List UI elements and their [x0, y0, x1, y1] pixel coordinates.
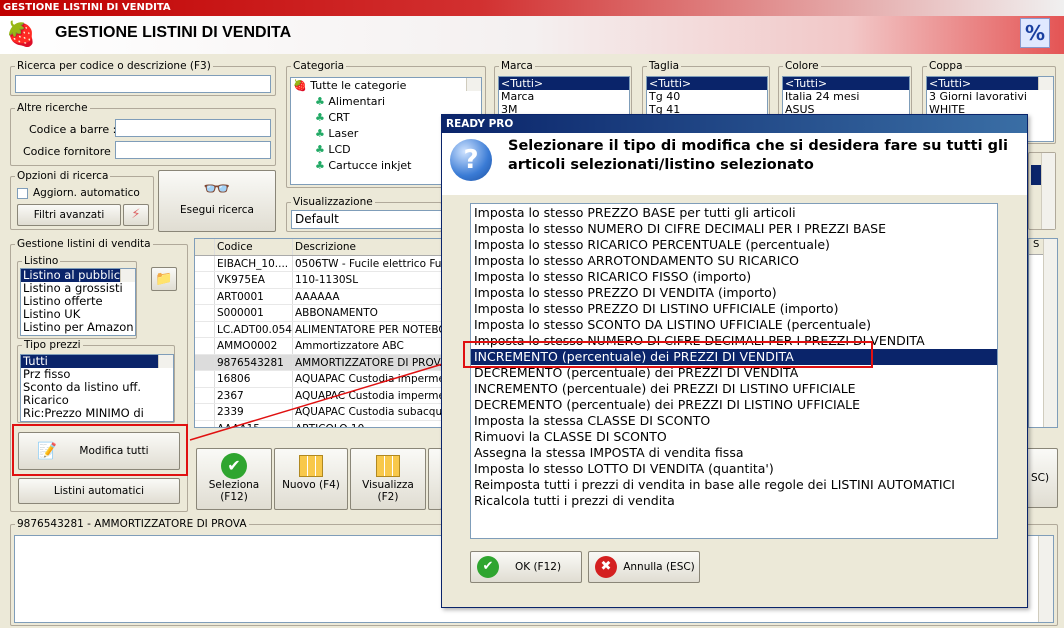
modify-option[interactable]: INCREMENTO (percentuale) dei PREZZI DI L… — [471, 381, 997, 397]
modify-option[interactable]: Imposta lo stesso PREZZO DI VENDITA (imp… — [471, 285, 997, 301]
modify-options-list[interactable]: Imposta lo stesso PREZZO BASE per tutti … — [470, 203, 998, 539]
cancel-button[interactable]: ✖ Annulla (ESC) — [588, 551, 700, 583]
modify-option[interactable]: Imposta lo stesso ARROTONDAMENTO SU RICA… — [471, 253, 997, 269]
modify-option[interactable]: Assegna la stessa IMPOSTA di vendita fis… — [471, 445, 997, 461]
modify-option[interactable]: Imposta lo stesso PREZZO DI LISTINO UFFI… — [471, 301, 997, 317]
ok-label: OK (F12) — [514, 561, 562, 573]
modify-option[interactable]: Imposta lo stesso RICARICO FISSO (import… — [471, 269, 997, 285]
modify-option[interactable]: Rimuovi la CLASSE DI SCONTO — [471, 429, 997, 445]
dialog-title: READY PRO — [442, 115, 1027, 133]
cancel-icon: ✖ — [595, 556, 617, 578]
cancel-label: Annulla (ESC) — [623, 561, 695, 573]
ok-button[interactable]: ✔ OK (F12) — [470, 551, 582, 583]
modify-option[interactable]: Imposta lo stesso NUMERO DI CIFRE DECIMA… — [471, 221, 997, 237]
dialog-message: Selezionare il tipo di modifica che si d… — [508, 138, 1008, 173]
modify-option[interactable]: Imposta la stessa CLASSE DI SCONTO — [471, 413, 997, 429]
modify-option[interactable]: Imposta lo stesso RICARICO PERCENTUALE (… — [471, 237, 997, 253]
modify-option[interactable]: Reimposta tutti i prezzi di vendita in b… — [471, 477, 997, 493]
selected-option-highlight — [463, 341, 873, 368]
modify-option[interactable]: DECREMENTO (percentuale) dei PREZZI DI L… — [471, 397, 997, 413]
modify-option[interactable]: Ricalcola tutti i prezzi di vendita — [471, 493, 997, 509]
modify-option[interactable]: Imposta lo stesso SCONTO DA LISTINO UFFI… — [471, 317, 997, 333]
question-icon: ? — [450, 139, 492, 181]
arrow-line — [189, 359, 457, 441]
modify-option[interactable]: Imposta lo stesso PREZZO BASE per tutti … — [471, 205, 997, 221]
modify-option[interactable]: Imposta lo stesso LOTTO DI VENDITA (quan… — [471, 461, 997, 477]
dialog-header: ? Selezionare il tipo di modifica che si… — [442, 133, 1027, 195]
check-icon: ✔ — [477, 556, 499, 578]
